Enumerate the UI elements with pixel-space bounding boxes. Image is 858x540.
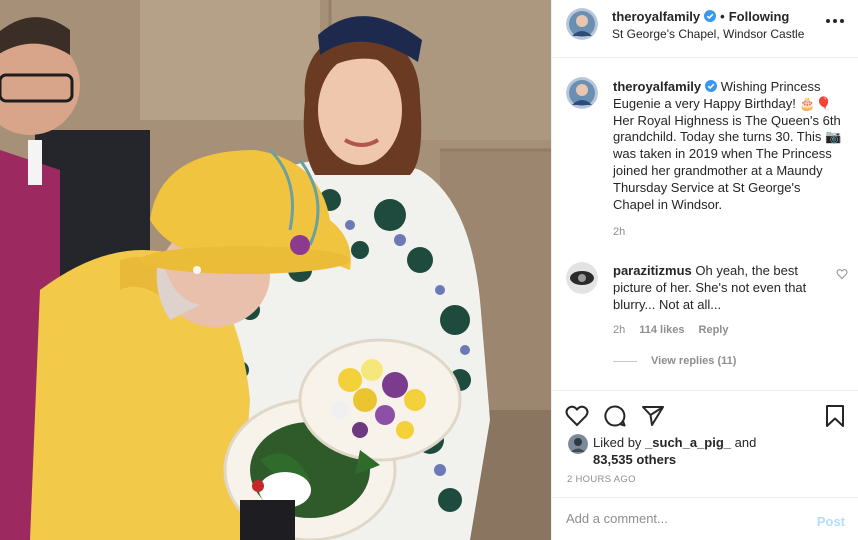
liked-by-prefix: Liked by bbox=[593, 435, 642, 450]
comment-bubble-icon[interactable] bbox=[603, 404, 627, 428]
verified-badge-icon bbox=[704, 10, 717, 22]
comment: parazitizmus Oh yeah, the best picture o… bbox=[613, 262, 838, 313]
view-replies-button[interactable]: View replies (11) bbox=[613, 355, 736, 367]
more-options-icon[interactable] bbox=[825, 18, 845, 24]
caption-username[interactable]: theroyalfamily bbox=[613, 79, 701, 94]
post-date[interactable]: 2 HOURS AGO bbox=[567, 474, 636, 485]
likes-others-count[interactable]: 83,535 others bbox=[593, 452, 676, 467]
verified-badge-icon bbox=[705, 80, 718, 92]
post-comment-button[interactable]: Post bbox=[817, 514, 845, 529]
comment-like-heart-icon[interactable] bbox=[836, 268, 848, 280]
comment-timestamp: 2h bbox=[613, 324, 626, 336]
comment-form: Post bbox=[552, 497, 858, 540]
liker-avatar[interactable] bbox=[568, 434, 588, 454]
instagram-post: theroyalfamily • Following St George's Cha… bbox=[0, 0, 858, 540]
bookmark-icon[interactable] bbox=[823, 404, 847, 428]
caption-timestamp: 2h bbox=[613, 226, 626, 238]
caption-text: Wishing Princess Eugenie a very Happy Bi… bbox=[613, 79, 842, 212]
location-link[interactable]: St George's Chapel, Windsor Castle bbox=[612, 27, 804, 41]
commenter-avatar[interactable] bbox=[566, 262, 598, 294]
separator-dot: • bbox=[720, 9, 725, 24]
liked-by-and: and bbox=[734, 435, 757, 450]
likes-summary: Liked by _such_a_pig_ and 83,535 others bbox=[593, 434, 843, 468]
caption: theroyalfamily Wishing Princess Eugenie … bbox=[613, 79, 845, 213]
photo-illustration bbox=[0, 0, 551, 540]
comment-reply-button[interactable]: Reply bbox=[699, 324, 729, 336]
paper-plane-icon[interactable] bbox=[641, 404, 665, 428]
post-header: theroyalfamily • Following St George's Cha… bbox=[552, 0, 858, 58]
caption-avatar[interactable] bbox=[566, 77, 598, 109]
comment-meta: 2h 114 likes Reply bbox=[613, 324, 743, 336]
commenter-username[interactable]: parazitizmus bbox=[613, 263, 692, 278]
follow-status[interactable]: Following bbox=[729, 9, 790, 24]
heart-icon[interactable] bbox=[565, 404, 589, 428]
profile-avatar[interactable] bbox=[566, 8, 598, 40]
header-user-line: theroyalfamily • Following bbox=[612, 9, 789, 24]
comment-likes[interactable]: 114 likes bbox=[639, 324, 684, 336]
add-comment-input[interactable] bbox=[566, 511, 786, 526]
post-side-panel: theroyalfamily • Following St George's Cha… bbox=[551, 0, 858, 540]
post-photo[interactable] bbox=[0, 0, 551, 540]
header-username[interactable]: theroyalfamily bbox=[612, 9, 700, 24]
liker-username[interactable]: _such_a_pig_ bbox=[645, 435, 731, 450]
